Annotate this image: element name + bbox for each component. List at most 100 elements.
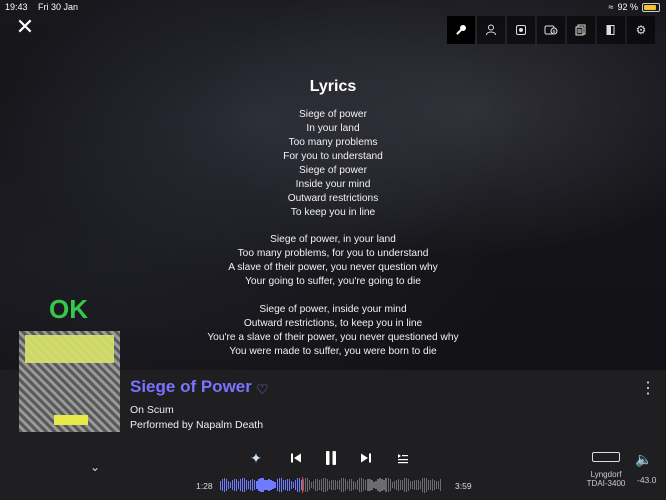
waveform-bar: [256, 481, 258, 490]
waveform-bar: [236, 479, 238, 491]
waveform-bar: [409, 480, 411, 490]
queue-icon[interactable]: [395, 448, 411, 468]
waveform-bar: [270, 479, 272, 491]
lyrics-line: Inside your mind: [295, 179, 371, 190]
waveform-bar: [274, 481, 276, 489]
more-options-icon[interactable]: ⋮: [640, 378, 656, 398]
waveform-bar: [318, 480, 321, 490]
waveform-bar: [288, 479, 290, 492]
waveform-bar: [228, 481, 230, 489]
mic-icon[interactable]: [447, 16, 475, 44]
device-name: Lyngdorf: [590, 470, 622, 479]
waveform-bar: [419, 480, 421, 490]
output-device[interactable]: Lyngdorf TDAI-3400: [586, 452, 626, 488]
album-name[interactable]: On Scum: [130, 404, 174, 416]
waveform-bar: [230, 481, 232, 489]
next-track-icon[interactable]: [359, 448, 373, 468]
person-icon[interactable]: [477, 16, 505, 44]
waveform-bar: [393, 481, 395, 489]
waveform-bar: [363, 478, 365, 492]
info-icon[interactable]: [537, 16, 565, 44]
waveform-bar: [248, 481, 250, 490]
playhead[interactable]: [301, 477, 303, 493]
wifi-icon: ≈: [608, 2, 614, 12]
waveform-bar: [322, 477, 325, 493]
lyrics-line: Siege of power, inside your mind: [259, 304, 407, 315]
previous-track-icon[interactable]: [289, 448, 303, 468]
pause-icon[interactable]: [323, 448, 339, 468]
waveform-bar: [246, 480, 248, 490]
album-cover[interactable]: [19, 331, 120, 432]
waveform-bar: [284, 479, 286, 491]
waveform-bar: [282, 479, 284, 491]
playback-controls: ✦: [248, 448, 411, 468]
close-icon[interactable]: ✕: [14, 16, 36, 38]
waveform-bar: [355, 481, 357, 489]
sparkle-icon[interactable]: ✦: [248, 448, 264, 468]
total-duration: 3:59: [455, 481, 472, 491]
waveform-bar: [421, 478, 423, 492]
waveform-bar: [290, 480, 292, 490]
artist-name[interactable]: Performed by Napalm Death: [130, 419, 263, 431]
chevron-down-icon[interactable]: ⌄: [90, 460, 100, 474]
waveform-bar: [425, 478, 428, 492]
waveform-bar: [353, 480, 355, 490]
waveform-bar: [320, 479, 323, 491]
view-toolbar: ⚙: [447, 16, 657, 44]
waveform-bar: [324, 477, 327, 493]
lyrics-line: A slave of their power, you never questi…: [228, 262, 438, 273]
lyrics-line: Too many problems, for you to understand: [237, 248, 429, 259]
device-model: TDAI-3400: [586, 479, 626, 488]
lyrics-line: To keep you in line: [290, 207, 376, 218]
battery-percent: 92 %: [617, 2, 638, 12]
settings-icon[interactable]: ⚙: [627, 16, 655, 44]
status-date: Fri 30 Jan: [38, 2, 79, 12]
speaker-icon[interactable]: [507, 16, 535, 44]
waveform-bar: [328, 481, 331, 489]
waveform-bar: [254, 479, 256, 491]
waveform-bar: [298, 478, 300, 492]
waveform-bar: [381, 479, 383, 491]
waveform-bar: [304, 478, 306, 492]
track-title[interactable]: Siege of Power: [130, 377, 252, 397]
volume-icon[interactable]: 🔈: [635, 451, 652, 468]
waveform-bar: [276, 479, 278, 491]
waveform-bar: [242, 477, 244, 493]
lyrics-stanza-1: Siege of power In your land Too many pro…: [0, 108, 666, 220]
lyrics-line: Siege of power: [299, 109, 367, 120]
waveform-bar: [439, 478, 442, 492]
waveform-seekbar[interactable]: [220, 477, 442, 493]
lyrics-stanza-2: Siege of power, in your land Too many pr…: [0, 233, 666, 289]
waveform-bar: [224, 478, 226, 492]
waveform-bar: [361, 477, 363, 493]
waveform-bar: [266, 480, 268, 490]
book-icon[interactable]: [597, 16, 625, 44]
amplifier-icon: [592, 452, 620, 462]
status-time: 19:43: [5, 2, 28, 12]
waveform-bar: [244, 478, 246, 492]
waveform-bar: [405, 477, 407, 493]
waveform-bar: [252, 479, 254, 491]
waveform-bar: [268, 479, 270, 491]
waveform-bar: [220, 480, 222, 490]
waveform-bar: [379, 478, 381, 492]
waveform-bar: [278, 477, 280, 493]
waveform-bar: [395, 479, 397, 491]
waveform-bar: [403, 478, 405, 492]
waveform-bar: [385, 478, 387, 492]
heart-icon[interactable]: ♡: [256, 381, 269, 398]
waveform-bar: [357, 480, 359, 490]
waveform-bar: [306, 478, 308, 492]
waveform-bar: [391, 481, 393, 489]
waveform-bar: [369, 478, 371, 492]
waveform-bar: [383, 480, 385, 490]
waveform-bar: [335, 479, 337, 491]
document-icon[interactable]: [567, 16, 595, 44]
waveform-bar: [310, 482, 312, 488]
lyrics-line: Your going to suffer, you're going to di…: [245, 276, 421, 287]
waveform-bar: [264, 479, 266, 491]
waveform-bar: [427, 480, 430, 490]
waveform-bar: [308, 480, 310, 490]
volume-value: -43.0: [637, 475, 657, 485]
waveform-bar: [258, 478, 260, 492]
